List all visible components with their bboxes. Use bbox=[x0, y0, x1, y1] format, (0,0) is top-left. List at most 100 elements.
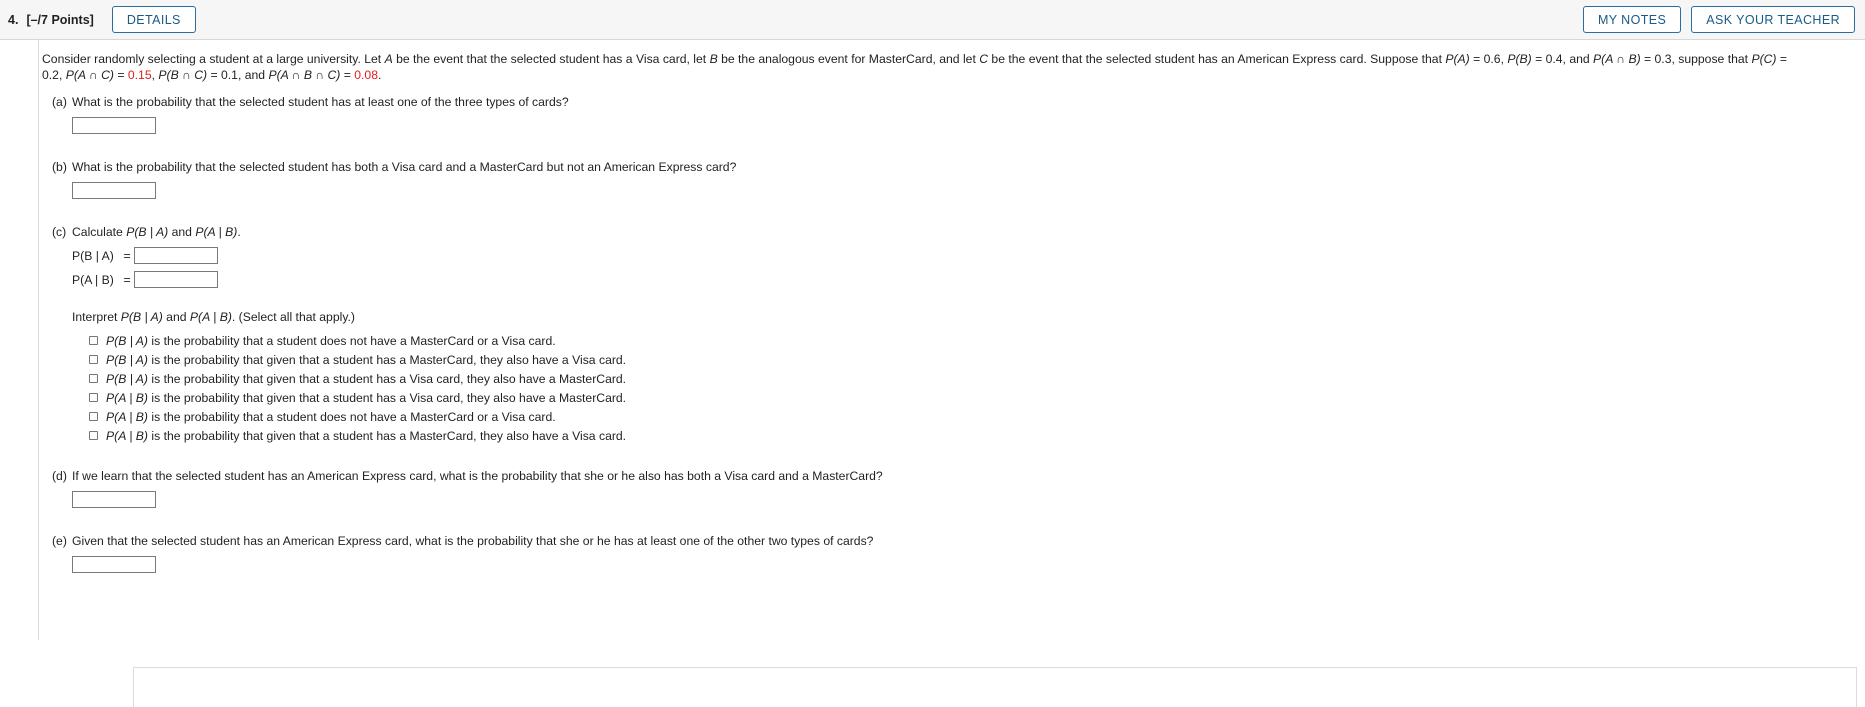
statement-var-c: C bbox=[979, 52, 989, 66]
part-c-eq1-input[interactable] bbox=[134, 247, 218, 264]
part-c-question-mid: and bbox=[168, 225, 196, 239]
choice-checkbox[interactable] bbox=[89, 412, 98, 421]
choice-expression: P(A | B) bbox=[106, 429, 148, 443]
part-c-eq1-equals: = bbox=[123, 248, 131, 263]
choice-option[interactable]: P(A | B) is the probability that given t… bbox=[72, 429, 1865, 443]
choice-text-body: is the probability that a student does n… bbox=[148, 410, 556, 424]
choice-checkbox[interactable] bbox=[89, 374, 98, 383]
choice-label: P(B | A) is the probability that given t… bbox=[106, 353, 626, 367]
statement-pc: P(C) bbox=[1751, 52, 1777, 66]
interpret-expr-ab: P(A | B) bbox=[189, 310, 232, 324]
part-e: (e) Given that the selected student has … bbox=[42, 534, 1865, 573]
statement-pab: P(A ∩ B) bbox=[1593, 52, 1641, 66]
part-d-question: If we learn that the selected student ha… bbox=[72, 469, 883, 483]
part-c-label: (c) bbox=[52, 225, 67, 239]
ask-your-teacher-button[interactable]: ASK YOUR TEACHER bbox=[1691, 6, 1855, 33]
part-e-question: Given that the selected student has an A… bbox=[72, 534, 874, 548]
part-a-label: (a) bbox=[52, 95, 67, 109]
statement-seg-3: be the analogous event for MasterCard, a… bbox=[717, 52, 980, 66]
my-notes-button[interactable]: MY NOTES bbox=[1582, 6, 1682, 33]
statement-pab-value: = 0.3, suppose that bbox=[1640, 52, 1752, 66]
part-b-label: (b) bbox=[52, 160, 67, 174]
part-b: (b) What is the probability that the sel… bbox=[42, 160, 1865, 199]
part-e-answer-input[interactable] bbox=[72, 556, 156, 573]
statement-seg-4: be the event that the selected student h… bbox=[988, 52, 1446, 66]
bottom-panel bbox=[133, 667, 1857, 707]
part-a-body: What is the probability that the selecte… bbox=[72, 95, 1865, 134]
points-badge: [–/7 Points] bbox=[26, 12, 94, 27]
statement-seg-1: Consider randomly selecting a student at… bbox=[42, 52, 385, 66]
choice-text-body: is the probability that given that a stu… bbox=[148, 372, 627, 386]
part-c-eq2-input[interactable] bbox=[134, 271, 218, 288]
choice-label: P(B | A) is the probability that a stude… bbox=[106, 334, 556, 348]
choice-option[interactable]: P(B | A) is the probability that given t… bbox=[72, 372, 1865, 386]
part-d-answer-input[interactable] bbox=[72, 491, 156, 508]
question-content: Consider randomly selecting a student at… bbox=[0, 40, 1865, 573]
part-c-expr-ba: P(B | A) bbox=[126, 225, 169, 239]
statement-pabc-value: 0.08 bbox=[354, 67, 378, 82]
interpret-pre: Interpret bbox=[72, 310, 121, 324]
part-c-choice-list: P(B | A) is the probability that a stude… bbox=[72, 334, 1865, 443]
choice-option[interactable]: P(B | A) is the probability that given t… bbox=[72, 353, 1865, 367]
part-b-question: What is the probability that the selecte… bbox=[72, 160, 737, 174]
statement-var-b: B bbox=[709, 52, 718, 66]
choice-option[interactable]: P(A | B) is the probability that a stude… bbox=[72, 410, 1865, 424]
problem-statement: Consider randomly selecting a student at… bbox=[42, 52, 1802, 83]
choice-label: P(A | B) is the probability that given t… bbox=[106, 391, 626, 405]
part-c-equation-row-1: P(B | A) = bbox=[72, 247, 1865, 264]
part-c-eq2-equals: = bbox=[123, 272, 131, 287]
question-header-left: 4. [–/7 Points] DETAILS bbox=[0, 6, 196, 33]
question-body: Consider randomly selecting a student at… bbox=[0, 40, 1865, 707]
question-number: 4. bbox=[8, 12, 19, 27]
statement-pbc-value: = 0.1, and bbox=[207, 67, 269, 82]
statement-pb-value: = 0.4, and bbox=[1531, 52, 1594, 66]
statement-pa: P(A) bbox=[1445, 52, 1470, 66]
choice-label: P(A | B) is the probability that given t… bbox=[106, 429, 626, 443]
part-a-question: What is the probability that the selecte… bbox=[72, 95, 569, 109]
spacer-d-e bbox=[42, 508, 1865, 522]
choice-expression: P(A | B) bbox=[106, 410, 148, 424]
part-d-body: If we learn that the selected student ha… bbox=[72, 469, 1865, 508]
choice-expression: P(A | B) bbox=[106, 391, 148, 405]
interpret-expr-ba: P(B | A) bbox=[120, 310, 163, 324]
choice-checkbox[interactable] bbox=[89, 393, 98, 402]
part-e-body: Given that the selected student has an A… bbox=[72, 534, 1865, 573]
statement-seg-2: be the event that the selected student h… bbox=[392, 52, 710, 66]
statement-pabc-tail: . bbox=[377, 67, 382, 82]
interpret-post: . (Select all that apply.) bbox=[231, 310, 355, 324]
part-b-answer-input[interactable] bbox=[72, 182, 156, 199]
choice-checkbox[interactable] bbox=[89, 355, 98, 364]
part-c-interpret-prompt: Interpret P(B | A) and P(A | B). (Select… bbox=[72, 310, 1865, 324]
part-e-label: (e) bbox=[52, 534, 67, 548]
statement-pa-value: = 0.6, bbox=[1469, 52, 1508, 66]
choice-checkbox[interactable] bbox=[89, 336, 98, 345]
statement-pabc-eq: = bbox=[340, 67, 355, 82]
part-c-eq2-label: P(A | B) bbox=[72, 272, 114, 287]
statement-pabc: P(A ∩ B ∩ C) bbox=[268, 67, 341, 82]
part-d: (d) If we learn that the selected studen… bbox=[42, 469, 1865, 508]
part-a: (a) What is the probability that the sel… bbox=[42, 95, 1865, 134]
left-rail-divider bbox=[38, 40, 39, 640]
part-b-body: What is the probability that the selecte… bbox=[72, 160, 1865, 199]
part-c-question-pre: Calculate bbox=[72, 225, 127, 239]
statement-pac-eq: = bbox=[113, 67, 128, 82]
part-c-question: Calculate P(B | A) and P(A | B). bbox=[72, 225, 1865, 240]
choice-text-body: is the probability that given that a stu… bbox=[148, 391, 627, 405]
choice-text-body: is the probability that a student does n… bbox=[148, 334, 556, 348]
choice-option[interactable]: P(B | A) is the probability that a stude… bbox=[72, 334, 1865, 348]
choice-expression: P(B | A) bbox=[106, 372, 148, 386]
question-header-actions: MY NOTES ASK YOUR TEACHER bbox=[1582, 6, 1855, 33]
choice-label: P(B | A) is the probability that given t… bbox=[106, 372, 626, 386]
part-c-question-post: . bbox=[237, 225, 241, 239]
choice-option[interactable]: P(A | B) is the probability that given t… bbox=[72, 391, 1865, 405]
choice-checkbox[interactable] bbox=[89, 431, 98, 440]
spacer-b-c bbox=[42, 199, 1865, 213]
question-header-bar: 4. [–/7 Points] DETAILS MY NOTES ASK YOU… bbox=[0, 0, 1865, 40]
interpret-mid: and bbox=[162, 310, 190, 324]
part-d-label: (d) bbox=[52, 469, 67, 483]
part-a-answer-input[interactable] bbox=[72, 117, 156, 134]
part-c-body: Calculate P(B | A) and P(A | B). P(B | A… bbox=[72, 225, 1865, 443]
details-button[interactable]: DETAILS bbox=[111, 6, 196, 33]
statement-pb: P(B) bbox=[1507, 52, 1532, 66]
statement-var-a: A bbox=[384, 52, 393, 66]
